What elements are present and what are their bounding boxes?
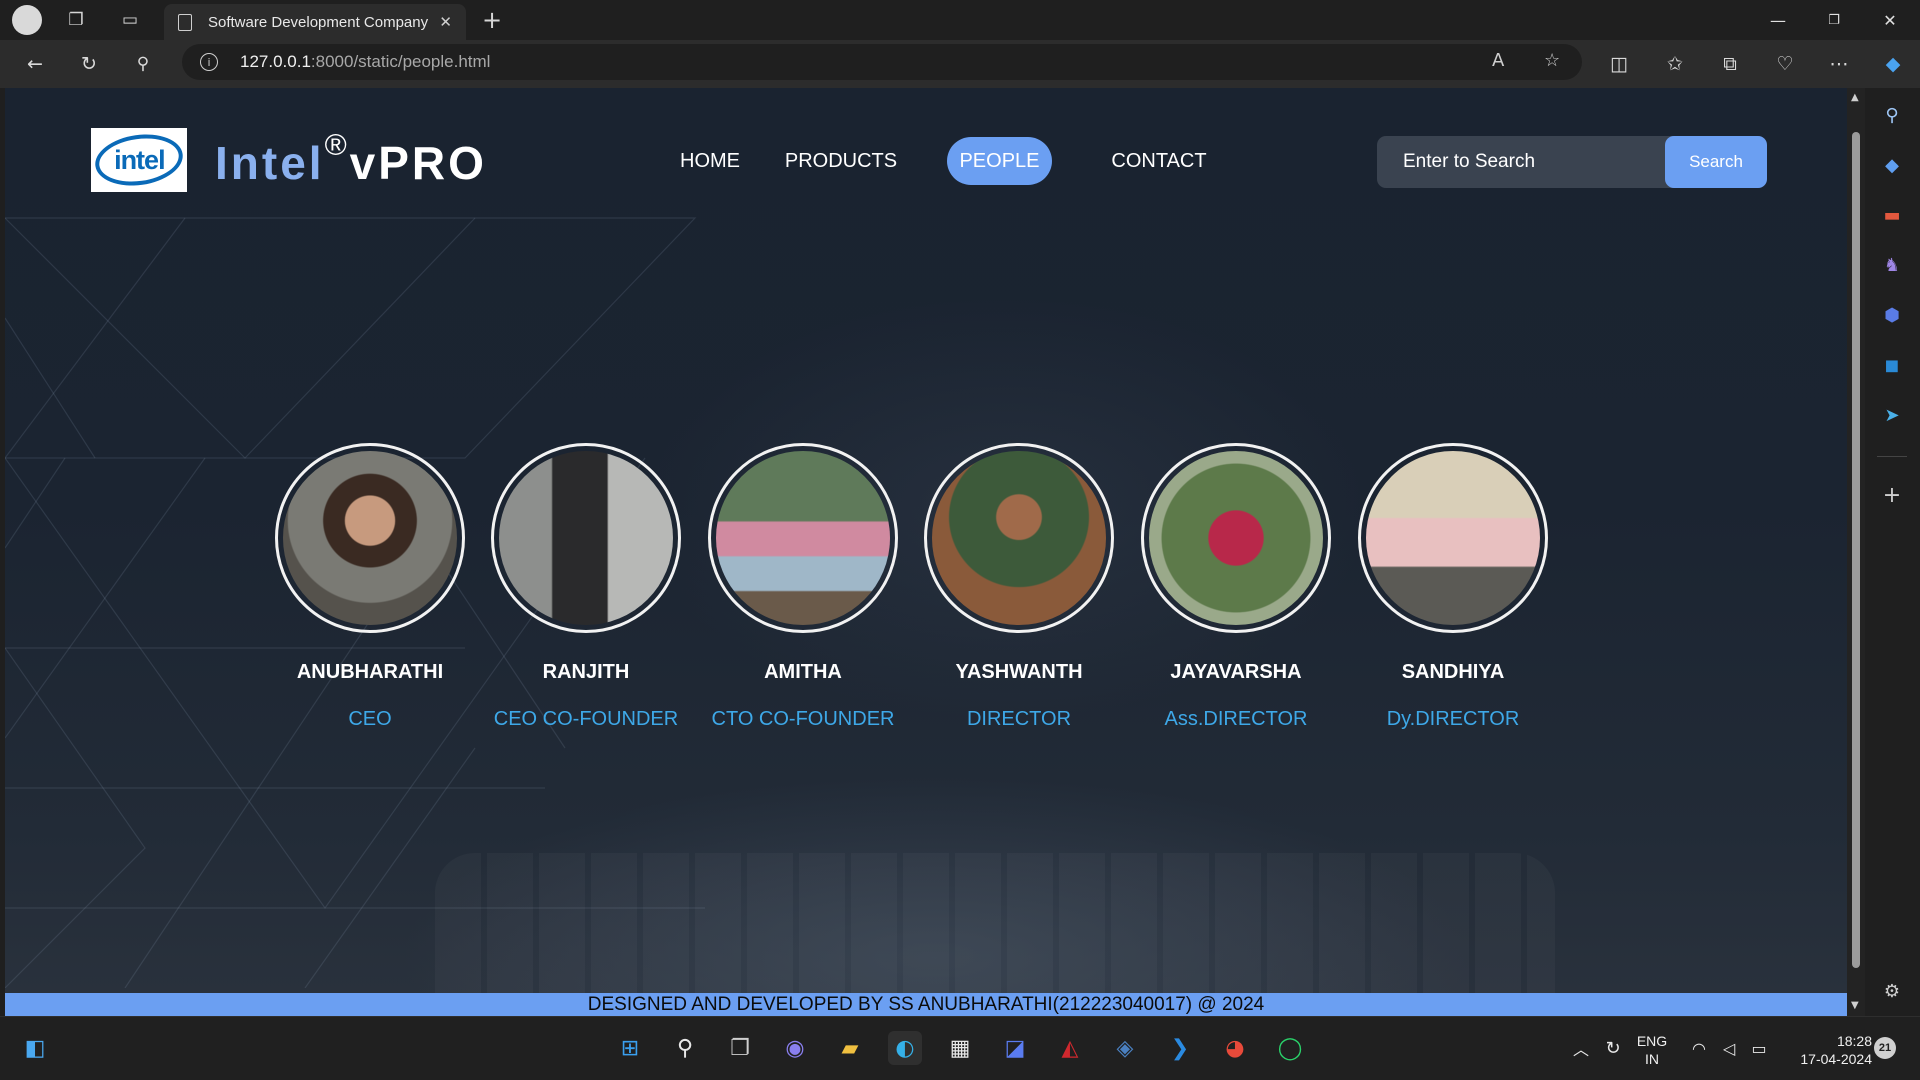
restore-icon[interactable]: ❐ — [1806, 0, 1862, 40]
copilot-icon[interactable]: ◆ — [1878, 50, 1908, 78]
intel-logo[interactable]: intel — [91, 128, 187, 192]
url-host: 127.0.0.1 — [240, 52, 311, 71]
battery-icon[interactable]: ▭ — [1742, 1031, 1776, 1065]
favorite-star-icon[interactable]: ☆ — [1544, 50, 1560, 71]
page-scrollbar[interactable]: ▲ ▼ — [1847, 88, 1865, 1016]
search-input[interactable] — [1377, 136, 1665, 188]
brand-title: Intel®vPRO — [215, 128, 487, 189]
person-card-ranjith: RANJITH CEO CO-FOUNDER — [491, 443, 681, 730]
code-editor-icon[interactable]: ◪ — [998, 1031, 1032, 1065]
store-icon[interactable]: ▦ — [943, 1031, 977, 1065]
search-icon[interactable]: ⚲ — [128, 50, 158, 78]
search-box: Search — [1377, 136, 1767, 188]
person-photo[interactable] — [1358, 443, 1548, 633]
taskbar-search-icon[interactable]: ⚲ — [668, 1031, 702, 1065]
whatsapp-icon[interactable]: ◯ — [1273, 1031, 1307, 1065]
scrollbar-thumb[interactable] — [1852, 132, 1860, 968]
page-viewport: intel Intel®vPRO HOME PRODUCTS PEOPLE CO… — [5, 88, 1847, 1016]
url-path: :8000/static/people.html — [310, 52, 491, 71]
person-photo[interactable] — [708, 443, 898, 633]
nav-contact[interactable]: CONTACT — [1097, 137, 1221, 185]
background-keyboard — [435, 853, 1555, 1003]
language-indicator[interactable]: ENG IN — [1632, 1032, 1672, 1068]
search-button[interactable]: Search — [1665, 136, 1767, 188]
tab-title: Software Development Company — [208, 13, 429, 31]
file-explorer-icon[interactable]: ▰ — [833, 1031, 867, 1065]
outlook-icon[interactable]: ◼ — [1879, 352, 1905, 378]
person-card-anubharathi: ANUBHARATHI CEO — [275, 443, 465, 730]
person-photo[interactable] — [1141, 443, 1331, 633]
shopping-tag-icon[interactable]: ◆ — [1879, 152, 1905, 178]
python-icon[interactable]: ◈ — [1108, 1031, 1142, 1065]
minimize-icon[interactable]: — — [1750, 0, 1806, 40]
profile-avatar[interactable] — [12, 5, 42, 35]
nav-people[interactable]: PEOPLE — [947, 137, 1052, 185]
logo-text: intel — [113, 144, 165, 175]
person-photo[interactable] — [491, 443, 681, 633]
scroll-down-icon[interactable]: ▼ — [1851, 1000, 1859, 1011]
browser-tab[interactable]: Software Development Company ✕ — [164, 4, 466, 40]
mcafee-icon[interactable]: ◭ — [1053, 1031, 1087, 1065]
site-info-icon[interactable]: i — [200, 53, 218, 71]
browser-essentials-icon[interactable]: ♡ — [1770, 50, 1800, 78]
tray-chevron-icon[interactable]: ︿ — [1564, 1031, 1598, 1065]
chrome-icon[interactable]: ◕ — [1218, 1031, 1252, 1065]
volume-muted-icon[interactable]: ◁ — [1712, 1031, 1746, 1065]
new-tab-icon[interactable]: + — [478, 6, 506, 34]
person-name: SANDHIYA — [1401, 661, 1505, 683]
scroll-up-icon[interactable]: ▲ — [1851, 92, 1859, 103]
read-aloud-icon[interactable]: A — [1492, 50, 1504, 71]
person-photo[interactable] — [924, 443, 1114, 633]
send-icon[interactable]: ➤ — [1879, 402, 1905, 428]
widgets-icon[interactable]: ◧ — [18, 1031, 52, 1065]
page-icon — [178, 13, 192, 31]
collections-icon[interactable]: ⧉ — [1715, 50, 1745, 78]
person-card-jayavarsha: JAYAVARSHA Ass.DIRECTOR — [1141, 443, 1331, 730]
person-card-amitha: AMITHA CTO CO-FOUNDER — [708, 443, 898, 730]
workspaces-icon[interactable]: ❐ — [62, 6, 90, 34]
clock[interactable]: 18:28 17-04-2024 — [1782, 1032, 1872, 1068]
tools-briefcase-icon[interactable]: ▬ — [1879, 202, 1905, 228]
split-screen-icon[interactable]: ◫ — [1604, 50, 1634, 78]
person-photo[interactable] — [275, 443, 465, 633]
edge-icon[interactable]: ◐ — [888, 1031, 922, 1065]
person-card-yashwanth: YASHWANTH DIRECTOR — [924, 443, 1114, 730]
notification-badge[interactable]: 21 — [1874, 1037, 1896, 1059]
task-view-icon[interactable]: ❐ — [723, 1031, 757, 1065]
nav-products[interactable]: PRODUCTS — [771, 137, 911, 185]
sidebar-divider — [1877, 456, 1907, 457]
games-icon[interactable]: ♞ — [1879, 252, 1905, 278]
start-icon[interactable]: ⊞ — [613, 1031, 647, 1065]
favorites-icon[interactable]: ✩ — [1660, 50, 1690, 78]
tab-actions-icon[interactable]: ▭ — [116, 6, 144, 34]
sync-icon[interactable]: ↻ — [1596, 1031, 1630, 1065]
browser-toolbar: ← ↻ ⚲ i 127.0.0.1 :8000/static/people.ht… — [0, 40, 1920, 88]
wifi-icon[interactable]: ◠ — [1682, 1031, 1716, 1065]
sidebar-settings-icon[interactable]: ⚙ — [1879, 978, 1905, 1004]
close-window-icon[interactable]: ✕ — [1862, 0, 1918, 40]
refresh-icon[interactable]: ↻ — [74, 50, 104, 78]
windows-taskbar: ◧ ⊞ ⚲ ❐ ◉ ▰ ◐ ▦ ◪ ◭ ◈ ❯ ◕ ◯ ︿ ↻ ENG IN ◠… — [0, 1016, 1920, 1080]
page-footer: DESIGNED AND DEVELOPED BY SS ANUBHARATHI… — [5, 993, 1847, 1016]
more-menu-icon[interactable]: ⋯ — [1824, 50, 1854, 78]
person-card-sandhiya: SANDHIYA Dy.DIRECTOR — [1358, 443, 1548, 730]
tab-close-icon[interactable]: ✕ — [439, 13, 452, 31]
sidebar-search-icon[interactable]: ⚲ — [1879, 102, 1905, 128]
teams-chat-icon[interactable]: ◉ — [778, 1031, 812, 1065]
nav-home[interactable]: HOME — [653, 137, 767, 185]
copilot-apps-icon[interactable]: ⬢ — [1879, 302, 1905, 328]
address-bar[interactable]: i 127.0.0.1 :8000/static/people.html A ☆ — [182, 44, 1582, 80]
person-role: Dy.DIRECTOR — [1386, 708, 1520, 730]
browser-tab-bar: ❐ ▭ Software Development Company ✕ + — ❐… — [0, 0, 1920, 40]
add-sidebar-app-icon[interactable]: + — [1879, 482, 1905, 508]
browser-sidebar: ⚲ ◆ ▬ ♞ ⬢ ◼ ➤ + ⚙ — [1865, 88, 1920, 1016]
vscode-icon[interactable]: ❯ — [1163, 1031, 1197, 1065]
back-icon[interactable]: ← — [20, 50, 50, 78]
